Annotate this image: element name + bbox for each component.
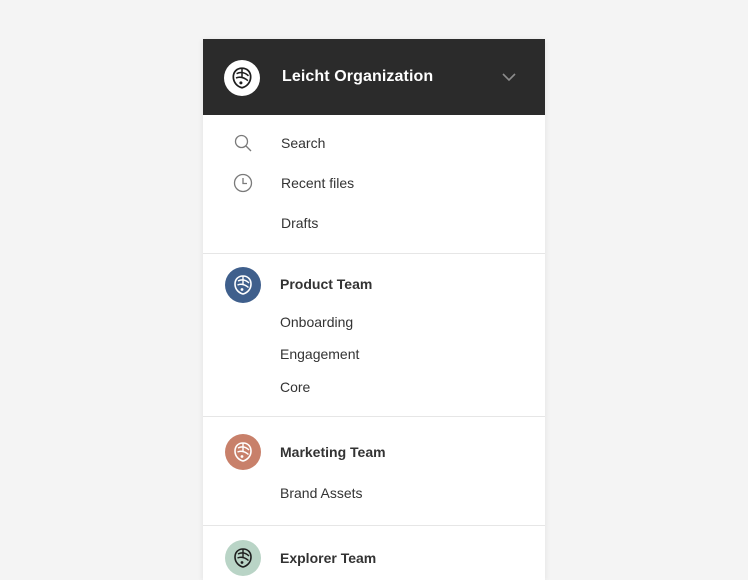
team-name[interactable]: Explorer Team <box>280 550 376 566</box>
team-logo-icon <box>225 267 261 303</box>
team-project-item[interactable]: Core <box>280 379 310 395</box>
nav-item-drafts[interactable]: Drafts <box>203 205 545 241</box>
org-title: Leicht Organization <box>282 68 434 85</box>
divider <box>203 416 545 417</box>
nav-label: Drafts <box>281 215 319 231</box>
search-icon <box>234 134 252 152</box>
nav-label: Recent files <box>281 175 355 191</box>
team-switcher-panel: Leicht Organization Search Recent files … <box>203 39 545 580</box>
team-logo-icon <box>225 434 261 470</box>
nav-item-search[interactable]: Search <box>203 125 545 161</box>
nav-item-recent-files[interactable]: Recent files <box>203 165 545 201</box>
team-project-item[interactable]: Brand Assets <box>280 485 363 501</box>
team-project-item[interactable]: Onboarding <box>280 314 353 330</box>
divider <box>203 525 545 526</box>
org-logo-icon <box>224 60 260 96</box>
team-name[interactable]: Marketing Team <box>280 444 386 460</box>
team-logo-icon <box>225 540 261 576</box>
nav-label: Search <box>281 135 326 151</box>
chevron-down-icon[interactable] <box>501 69 517 85</box>
team-name[interactable]: Product Team <box>280 276 372 292</box>
org-header[interactable]: Leicht Organization <box>203 39 545 115</box>
divider <box>203 253 545 254</box>
clock-icon <box>233 173 253 193</box>
team-project-item[interactable]: Engagement <box>280 346 359 362</box>
